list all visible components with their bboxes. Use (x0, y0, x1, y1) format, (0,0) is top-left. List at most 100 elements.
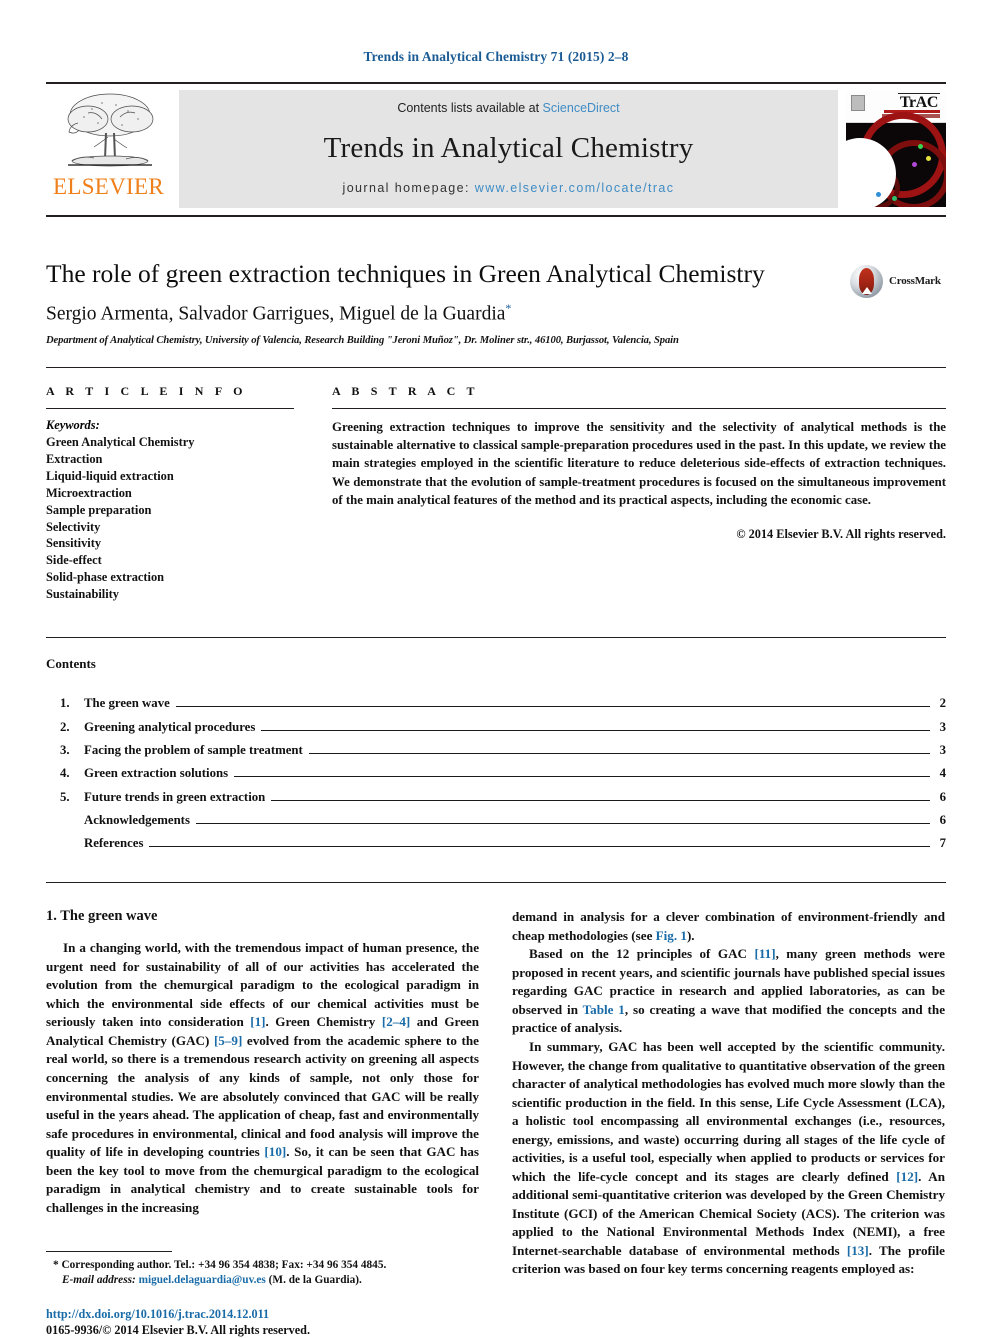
toc-label[interactable]: References (84, 832, 143, 855)
keyword-item: Solid-phase extraction (46, 570, 165, 585)
email-link[interactable]: miguel.delaguardia@uv.es (139, 1274, 266, 1286)
keyword-item: Sample preparation (46, 502, 152, 517)
toc-page-number: 4 (939, 766, 946, 781)
corresponding-author-note: * Corresponding author. Tel.: +34 96 354… (46, 1258, 479, 1273)
toc-label[interactable]: Green extraction solutions (84, 762, 228, 785)
left-column: 1. The green wave In a changing world, w… (46, 908, 479, 1338)
corresponding-author-marker: * (505, 301, 512, 316)
toc-number: 4. (60, 766, 70, 781)
page-title: The role of green extraction techniques … (46, 259, 765, 288)
toc-row[interactable]: 5. Future trends in green extraction 6 (46, 786, 946, 809)
cover-artwork (846, 100, 946, 207)
abstract-bottom-divider (46, 637, 946, 639)
toc-label[interactable]: The green wave (84, 692, 170, 715)
affiliation: Department of Analytical Chemistry, Univ… (46, 334, 679, 346)
toc-page-number: 6 (939, 812, 946, 827)
homepage-label: journal homepage: (342, 181, 475, 195)
keywords-label: Keywords: (46, 417, 100, 432)
toc-row[interactable]: Acknowledgements 6 (46, 809, 946, 832)
doi-link[interactable]: http://dx.doi.org/10.1016/j.trac.2014.12… (46, 1307, 479, 1322)
email-note: E-mail address: miguel.delaguardia@uv.es… (46, 1273, 479, 1288)
cover-publisher-mark-icon (851, 95, 865, 111)
elsevier-tree-icon (67, 93, 153, 167)
info-abstract-row: A R T I C L E I N F O Keywords: Green An… (46, 384, 946, 604)
abstract-heading: A B S T R A C T (332, 383, 479, 398)
toc-label[interactable]: Future trends in green extraction (84, 786, 265, 809)
citation-ref-5-9[interactable]: [5–9] (214, 1033, 242, 1048)
contents-heading: Contents (46, 656, 96, 672)
keyword-item: Microextraction (46, 485, 132, 500)
keyword-item: Extraction (46, 451, 103, 466)
toc-row[interactable]: 3. Facing the problem of sample treatmen… (46, 739, 946, 762)
abstract-divider (332, 407, 946, 409)
section-heading-green-wave: 1. The green wave (46, 908, 158, 925)
keyword-item: Sustainability (46, 587, 119, 602)
toc-row[interactable]: 2. Greening analytical procedures 3 (46, 716, 946, 739)
toc-leader (149, 845, 930, 848)
toc-page-number: 2 (939, 696, 946, 711)
footnote-divider (46, 1250, 172, 1252)
body-text-segment: Based on the 12 principles of GAC (529, 946, 755, 962)
citation-ref-11[interactable]: [11] (754, 946, 775, 961)
citation-ref-13[interactable]: [13] (847, 1243, 869, 1258)
table-of-contents: 1. The green wave 2 2. Greening analytic… (46, 692, 946, 855)
body-text-segment: demand in analysis for a clever combinat… (512, 909, 945, 943)
toc-row[interactable]: 1. The green wave 2 (46, 692, 946, 715)
author-list: Sergio Armenta, Salvador Garrigues, Migu… (46, 301, 946, 326)
body-text-segment: . Green Chemistry (265, 1014, 382, 1030)
sciencedirect-link[interactable]: ScienceDirect (543, 101, 620, 115)
toc-label[interactable]: Acknowledgements (84, 809, 190, 832)
toc-leader (308, 752, 930, 754)
toc-label[interactable]: Facing the problem of sample treatment (84, 739, 303, 762)
body-paragraph-right-two: Based on the 12 principles of GAC [11], … (512, 945, 945, 1038)
citation-ref-12[interactable]: [12] (896, 1169, 918, 1184)
toc-leader (261, 729, 930, 731)
right-column: demand in analysis for a clever combinat… (512, 908, 945, 1338)
article-info-heading: A R T I C L E I N F O (46, 383, 247, 398)
figure-ref-1[interactable]: Fig. 1 (656, 928, 687, 943)
journal-cover-thumbnail: TrAC (846, 91, 946, 207)
footnote-star-marker: * (53, 1258, 59, 1271)
toc-number: 2. (60, 719, 70, 734)
body-text-segment: ). (686, 927, 695, 943)
journal-masthead: ELSEVIER Contents lists available at Sci… (46, 82, 946, 217)
toc-number: 3. (60, 742, 70, 757)
author-names: Sergio Armenta, Salvador Garrigues, Migu… (46, 303, 506, 325)
citation-ref-2-4[interactable]: [2–4] (382, 1014, 410, 1029)
journal-homepage-line: journal homepage: www.elsevier.com/locat… (343, 181, 675, 195)
toc-label[interactable]: Greening analytical procedures (84, 716, 255, 739)
contents-available-prefix: Contents lists available at (397, 101, 543, 115)
toc-page-number: 6 (939, 789, 946, 804)
body-paragraph-right-continuation: demand in analysis for a clever combinat… (512, 908, 945, 945)
toc-number: 5. (60, 789, 70, 804)
toc-row[interactable]: 4. Green extraction solutions 4 (46, 762, 946, 785)
toc-row[interactable]: References 7 (46, 832, 946, 855)
citation-ref-10[interactable]: [10] (264, 1144, 286, 1159)
abstract-copyright: © 2014 Elsevier B.V. All rights reserved… (736, 526, 946, 541)
elsevier-logo: ELSEVIER (46, 84, 171, 215)
homepage-link[interactable]: www.elsevier.com/locate/trac (475, 181, 675, 195)
crossmark-label: CrossMark (889, 275, 941, 287)
table-ref-1[interactable]: Table 1 (583, 1002, 625, 1017)
contents-bottom-divider (46, 882, 946, 884)
issn-copyright-line: 0165-9936/© 2014 Elsevier B.V. All right… (46, 1323, 311, 1338)
keyword-item: Liquid-liquid extraction (46, 468, 174, 483)
cover-spark-blue (876, 192, 881, 197)
crossmark-triangle-icon (861, 286, 872, 294)
title-block: The role of green extraction techniques … (46, 259, 946, 346)
keyword-item: Sensitivity (46, 536, 102, 551)
email-suffix: (M. de la Guardia). (268, 1274, 362, 1287)
body-text-segment: evolved from the academic sphere to the … (46, 1032, 479, 1160)
running-head: Trends in Analytical Chemistry 71 (2015)… (363, 49, 629, 64)
corresponding-author-text: Corresponding author. Tel.: +34 96 354 4… (61, 1258, 387, 1271)
contents-available-line: Contents lists available at ScienceDirec… (397, 101, 619, 115)
keywords-list: Green Analytical Chemistry Extraction Li… (46, 434, 294, 604)
email-label: E-mail address: (62, 1274, 136, 1287)
toc-leader (195, 822, 930, 824)
citation-ref-1[interactable]: [1] (250, 1014, 265, 1029)
article-info-column: A R T I C L E I N F O Keywords: Green An… (46, 384, 294, 604)
crossmark-badge[interactable]: CrossMark (850, 261, 946, 301)
article-page: Trends in Analytical Chemistry 71 (2015)… (0, 0, 992, 1337)
elsevier-wordmark: ELSEVIER (53, 174, 164, 199)
body-text-segment: In summary, GAC has been well accepted b… (512, 1039, 945, 1184)
